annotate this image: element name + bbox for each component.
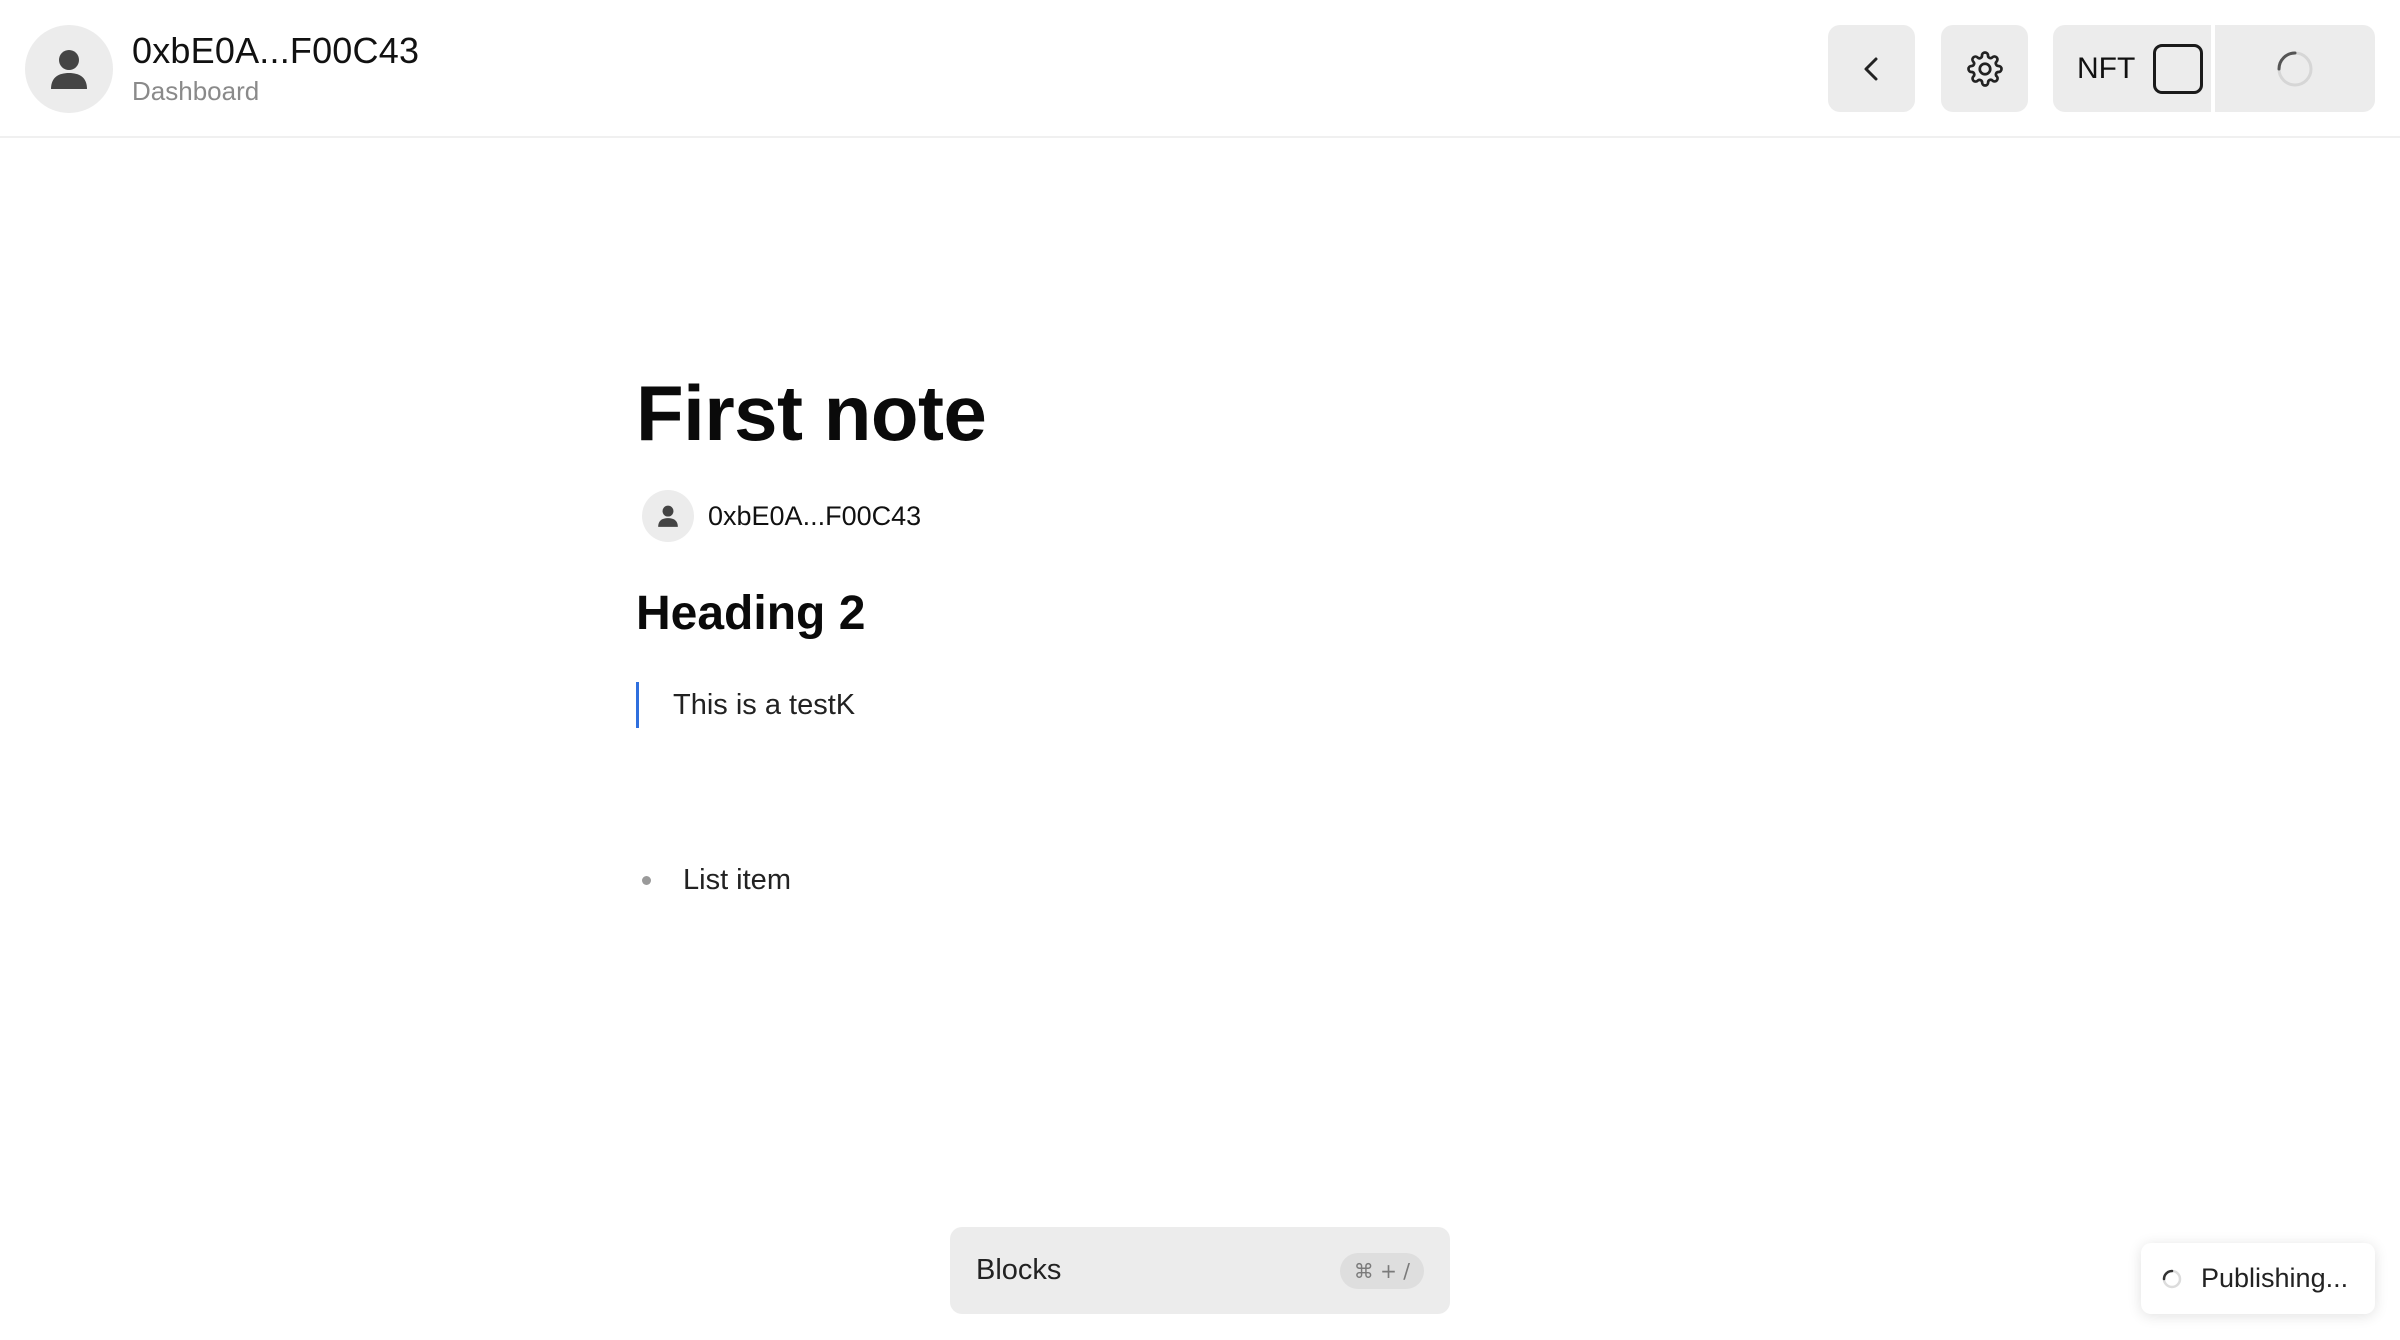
account-avatar[interactable]: [25, 25, 113, 113]
bullet-icon: [642, 875, 651, 885]
user-icon: [51, 50, 87, 89]
publishing-toast: Publishing...: [2141, 1243, 2375, 1314]
quote-text: This is a testK: [673, 688, 856, 721]
publish-button[interactable]: [2215, 25, 2375, 112]
quote-block[interactable]: This is a testK: [636, 682, 855, 728]
chevron-left-icon: [1864, 57, 1877, 80]
note-title[interactable]: First note: [636, 368, 987, 459]
list-item[interactable]: List item: [636, 860, 791, 900]
list-item-text: List item: [683, 863, 791, 896]
dashboard-link[interactable]: Dashboard: [132, 76, 259, 107]
spinner-icon: [2162, 1269, 2182, 1288]
author-name: 0xbE0A...F00C43: [708, 500, 922, 531]
settings-button[interactable]: [1941, 25, 2028, 112]
spinner-icon: [2277, 51, 2313, 86]
user-icon: [658, 505, 678, 527]
shortcut-badge: ⌘ + /: [1339, 1252, 1424, 1289]
top-bar: 0xbE0A...F00C43 Dashboard NFT: [0, 0, 2400, 138]
nft-label: NFT: [2077, 51, 2136, 85]
account-address[interactable]: 0xbE0A...F00C43: [132, 30, 419, 72]
nft-publish-group: NFT: [2053, 25, 2375, 112]
gear-icon: [1966, 50, 2003, 87]
blocks-button[interactable]: Blocks ⌘ + /: [950, 1227, 1450, 1314]
blocks-label: Blocks: [976, 1254, 1062, 1286]
nft-toggle[interactable]: NFT: [2053, 25, 2211, 112]
author-chip: 0xbE0A...F00C43: [642, 490, 921, 542]
heading-block[interactable]: Heading 2: [636, 586, 865, 641]
toast-text: Publishing...: [2201, 1263, 2349, 1293]
back-button[interactable]: [1828, 25, 1915, 112]
checkbox-icon[interactable]: [2153, 43, 2204, 94]
author-avatar: [642, 490, 694, 542]
bullet-list: List item: [636, 860, 791, 900]
